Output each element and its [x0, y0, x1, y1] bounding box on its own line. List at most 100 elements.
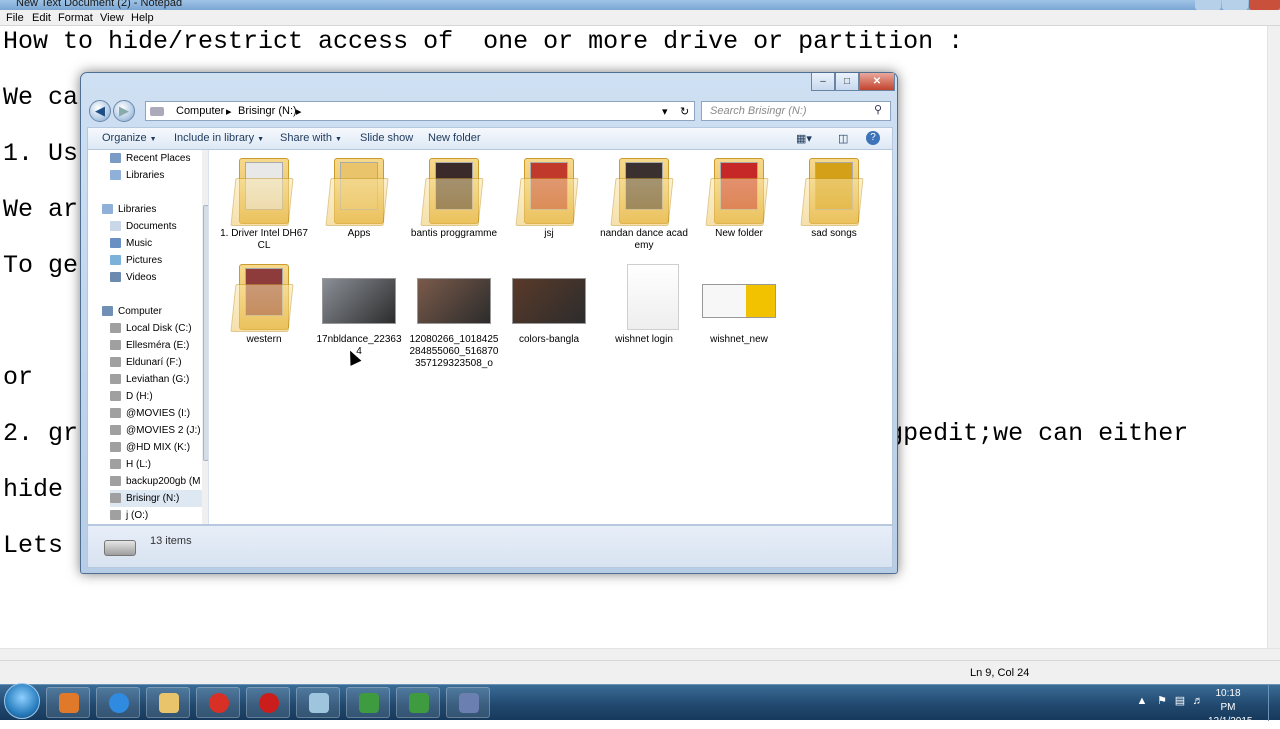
document-icon	[627, 264, 679, 330]
media-player-taskbar-button[interactable]	[46, 687, 90, 718]
maximize-button[interactable]: □	[835, 73, 859, 91]
forward-button[interactable]: ▶	[113, 100, 135, 122]
internet-explorer-taskbar-button[interactable]	[96, 687, 140, 718]
menu-help[interactable]: Help	[131, 12, 154, 24]
cursor-position: Ln 9, Col 24	[970, 667, 1030, 679]
volume-icon[interactable]: ♬	[1192, 695, 1204, 707]
taskbar: ▲ ⚑ ▤ ♬ 10:18 PM 12/1/2015	[0, 683, 1280, 727]
notepad-title: New Text Document (2) - Notepad	[16, 0, 183, 9]
show-desktop-button[interactable]	[1268, 685, 1280, 721]
nav-item-label: Documents	[126, 221, 177, 232]
clock-date: 12/1/2015	[1208, 716, 1253, 727]
nav-item-label: @MOVIES 2 (J:)	[126, 425, 201, 436]
menu-file[interactable]: File	[6, 12, 24, 24]
scroll-thumb[interactable]	[203, 205, 208, 461]
maximize-button[interactable]	[1222, 0, 1248, 10]
notepad-taskbar-button[interactable]	[296, 687, 340, 718]
clock-time: 10:18 PM	[1215, 688, 1241, 713]
image-thumbnail	[322, 278, 396, 324]
folder-icon	[230, 152, 294, 226]
nav-item-label: Libraries	[118, 204, 157, 215]
menu-view[interactable]: View	[100, 12, 124, 24]
nav-item-icon	[110, 510, 121, 520]
nav-item-label: Libraries	[126, 170, 165, 181]
minimize-button[interactable]: –	[811, 73, 835, 91]
explorer-window: – □ ✕ ◀ ▶ Computer ▸ Brisingr (N:) ▸ ▾ ↻…	[80, 72, 898, 574]
chrome-icon	[209, 693, 229, 713]
breadcrumb-computer[interactable]: Computer	[176, 105, 224, 117]
text-line: To ge	[3, 251, 79, 280]
image-thumbnail	[512, 278, 586, 324]
media-player-icon	[59, 693, 79, 713]
share-with-button[interactable]: Share with ▼	[280, 132, 342, 144]
slide-show-button[interactable]: Slide show	[360, 132, 413, 144]
back-button[interactable]: ◀	[89, 100, 111, 122]
nav-item-icon	[110, 323, 121, 333]
network-tool-icon	[459, 693, 479, 713]
internet-explorer-icon	[109, 693, 129, 713]
network-icon[interactable]: ▤	[1174, 695, 1186, 707]
nav-item-label: Videos	[126, 272, 157, 283]
camtasia-icon	[359, 693, 379, 713]
notepad-icon	[309, 693, 329, 713]
chevron-right-icon: ▸	[296, 106, 302, 118]
nav-item-label: Music	[126, 238, 153, 249]
chrome-taskbar-button[interactable]	[196, 687, 240, 718]
clock[interactable]: 10:18 PM 12/1/2015	[1208, 687, 1253, 729]
new-folder-button[interactable]: New folder	[428, 132, 481, 144]
breadcrumb-drive[interactable]: Brisingr (N:)	[238, 105, 297, 117]
file-item-label: sad songs	[811, 228, 857, 239]
vertical-scrollbar[interactable]	[1267, 26, 1280, 648]
opera-icon	[259, 693, 279, 713]
camtasia-recorder-taskbar-button[interactable]	[396, 687, 440, 718]
network-tool-taskbar-button[interactable]	[446, 687, 490, 718]
address-bar[interactable]: Computer ▸ Brisingr (N:) ▸ ▾ ↻	[145, 101, 695, 121]
nav-item-icon	[110, 476, 121, 486]
horizontal-scrollbar[interactable]	[0, 648, 1280, 660]
organize-button[interactable]: Organize ▼	[102, 132, 157, 144]
menu-format[interactable]: Format	[58, 12, 93, 24]
refresh-icon[interactable]: ↻	[680, 105, 689, 118]
chevron-down-icon[interactable]: ▾	[662, 105, 668, 118]
folder-icon	[705, 152, 769, 226]
close-button[interactable]: ✕	[859, 73, 895, 91]
drive-icon	[150, 107, 164, 116]
menu-edit[interactable]: Edit	[32, 12, 51, 24]
view-options-icon[interactable]: ▦▾	[796, 132, 812, 145]
camtasia-taskbar-button[interactable]	[346, 687, 390, 718]
folder-icon	[420, 152, 484, 226]
notepad-menu-bar: File Edit Format View Help	[0, 10, 1280, 26]
start-button[interactable]	[4, 683, 40, 719]
nav-pane-scrollbar[interactable]	[202, 150, 208, 524]
nav-item-icon	[110, 374, 121, 384]
image-thumbnail	[702, 284, 776, 318]
explorer-taskbar-button[interactable]	[146, 687, 190, 718]
action-center-icon[interactable]: ⚑	[1156, 695, 1168, 707]
nav-item-label: Pictures	[126, 255, 163, 266]
file-item-label: New folder	[715, 228, 763, 239]
file-item-label: 1. Driver Intel DH67CL	[220, 228, 308, 251]
search-icon[interactable]: ⚲	[874, 103, 882, 116]
preview-pane-icon[interactable]: ◫	[838, 132, 848, 145]
status-bar: Ln 9, Col 24	[0, 660, 1280, 684]
include-in-library-button[interactable]: Include in library ▼	[174, 132, 264, 144]
nav-item-icon	[102, 204, 113, 214]
nav-item-icon	[110, 221, 121, 231]
show-hidden-icons-icon[interactable]: ▲	[1136, 695, 1148, 707]
folder-icon	[325, 152, 389, 226]
file-item-label: nandan dance academy	[600, 228, 688, 251]
image-thumbnail	[417, 278, 491, 324]
nav-item[interactable]: Brisingr (N:)	[110, 490, 208, 507]
nav-item-icon	[110, 238, 121, 248]
help-icon[interactable]: ?	[866, 131, 880, 145]
close-button[interactable]	[1249, 0, 1280, 10]
nav-item-label: Leviathan (G:)	[126, 374, 190, 385]
minimize-button[interactable]	[1195, 0, 1221, 10]
text-line: 1. Us	[3, 139, 79, 168]
search-input[interactable]: Search Brisingr (N:) ⚲	[701, 101, 891, 121]
notepad-title-bar: New Text Document (2) - Notepad	[0, 0, 1280, 10]
opera-taskbar-button[interactable]	[246, 687, 290, 718]
nav-item-icon	[110, 357, 121, 367]
folder-icon	[515, 152, 579, 226]
nav-item-label: backup200gb (M	[126, 476, 201, 487]
